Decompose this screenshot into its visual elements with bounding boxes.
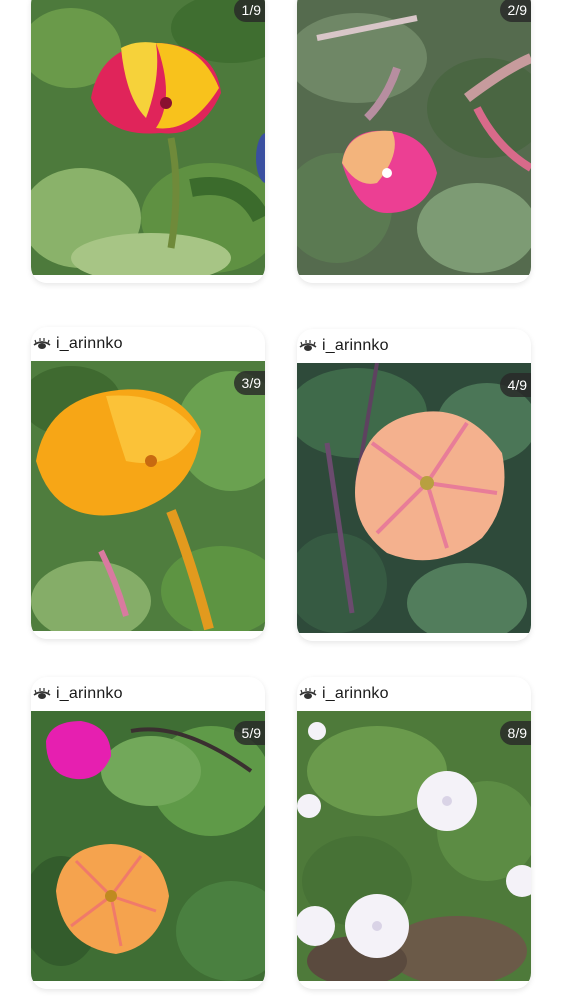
eye-lashes-icon bbox=[299, 340, 317, 351]
post-photo[interactable]: 4/9 bbox=[297, 363, 531, 633]
post-card[interactable]: i_arinnko 8/9 bbox=[297, 677, 531, 989]
username[interactable]: i_arinnko bbox=[322, 685, 389, 703]
image-counter-badge: 2/9 bbox=[499, 0, 531, 22]
username[interactable]: i_arinnko bbox=[56, 335, 123, 353]
post-header[interactable]: i_arinnko bbox=[297, 329, 531, 363]
post-header[interactable]: i_arinnko bbox=[31, 677, 265, 711]
eye-lashes-icon bbox=[33, 688, 51, 699]
post-card[interactable]: 1/9 bbox=[31, 0, 265, 283]
post-header[interactable]: i_arinnko bbox=[31, 327, 265, 361]
eye-lashes-icon bbox=[299, 688, 317, 699]
flower-image bbox=[297, 0, 531, 275]
post-photo[interactable]: 2/9 bbox=[297, 0, 531, 275]
post-card[interactable]: i_arinnko 5/9 bbox=[31, 677, 265, 989]
image-counter-badge: 1/9 bbox=[233, 0, 265, 22]
post-photo[interactable]: 1/9 bbox=[31, 0, 265, 275]
post-photo[interactable]: 3/9 bbox=[31, 361, 265, 631]
post-photo[interactable]: 5/9 bbox=[31, 711, 265, 981]
post-card[interactable]: i_arinnko 4/9 bbox=[297, 329, 531, 641]
flower-image bbox=[31, 0, 265, 275]
image-counter-badge: 4/9 bbox=[499, 373, 531, 397]
username[interactable]: i_arinnko bbox=[322, 337, 389, 355]
image-counter-badge: 8/9 bbox=[499, 721, 531, 745]
post-photo[interactable]: 8/9 bbox=[297, 711, 531, 981]
eye-lashes-icon bbox=[33, 338, 51, 349]
flower-image bbox=[31, 361, 265, 631]
image-counter-badge: 3/9 bbox=[233, 371, 265, 395]
post-header[interactable]: i_arinnko bbox=[297, 677, 531, 711]
flower-image bbox=[297, 363, 531, 633]
flower-image bbox=[31, 711, 265, 981]
post-card[interactable]: 2/9 bbox=[297, 0, 531, 283]
image-counter-badge: 5/9 bbox=[233, 721, 265, 745]
username[interactable]: i_arinnko bbox=[56, 685, 123, 703]
flower-image bbox=[297, 711, 531, 981]
post-card[interactable]: i_arinnko 3/9 bbox=[31, 327, 265, 639]
